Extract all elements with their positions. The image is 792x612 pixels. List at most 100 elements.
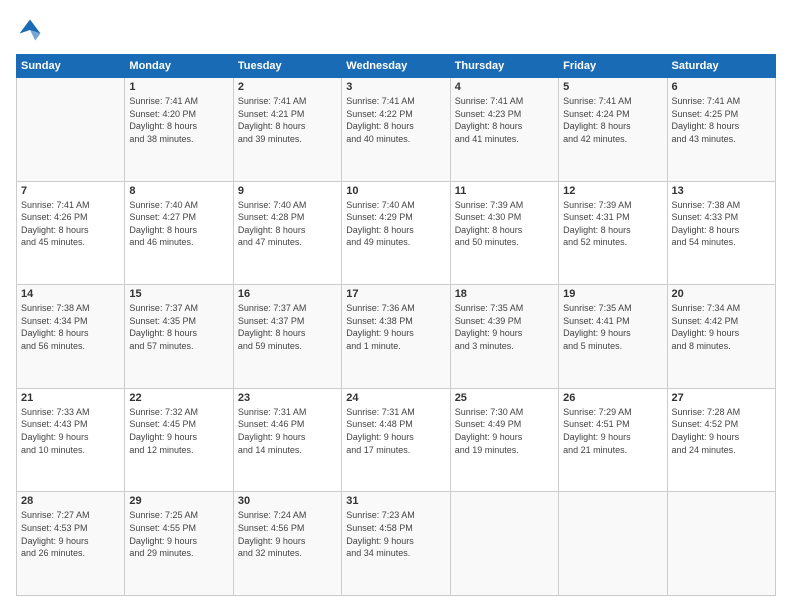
calendar-cell: 22 Sunrise: 7:32 AM Sunset: 4:45 PM Dayli… [125, 388, 233, 492]
day-info: Sunrise: 7:40 AM Sunset: 4:29 PM Dayligh… [346, 199, 445, 249]
day-number: 19 [563, 288, 662, 300]
day-info: Sunrise: 7:23 AM Sunset: 4:58 PM Dayligh… [346, 509, 445, 559]
calendar-cell: 15 Sunrise: 7:37 AM Sunset: 4:35 PM Dayli… [125, 285, 233, 389]
day-info: Sunrise: 7:34 AM Sunset: 4:42 PM Dayligh… [672, 302, 771, 352]
calendar-cell: 21 Sunrise: 7:33 AM Sunset: 4:43 PM Dayli… [17, 388, 125, 492]
header [16, 16, 776, 44]
calendar-cell [559, 492, 667, 596]
day-number: 29 [129, 495, 228, 507]
day-info: Sunrise: 7:24 AM Sunset: 4:56 PM Dayligh… [238, 509, 337, 559]
day-number: 25 [455, 392, 554, 404]
calendar-week-3: 14 Sunrise: 7:38 AM Sunset: 4:34 PM Dayli… [17, 285, 776, 389]
logo [16, 16, 48, 44]
calendar-cell: 7Sunrise: 7:41 AM Sunset: 4:26 PM Daylig… [17, 181, 125, 285]
calendar-cell [667, 492, 775, 596]
day-number: 11 [455, 185, 554, 197]
calendar-header-tuesday: Tuesday [233, 55, 341, 78]
calendar-cell: 16 Sunrise: 7:37 AM Sunset: 4:37 PM Dayli… [233, 285, 341, 389]
calendar-header-thursday: Thursday [450, 55, 558, 78]
calendar-cell: 1 Sunrise: 7:41 AM Sunset: 4:20 PM Daylig… [125, 78, 233, 182]
calendar-cell: 12 Sunrise: 7:39 AM Sunset: 4:31 PM Dayli… [559, 181, 667, 285]
calendar-cell: 19 Sunrise: 7:35 AM Sunset: 4:41 PM Dayli… [559, 285, 667, 389]
day-number: 12 [563, 185, 662, 197]
day-number: 9 [238, 185, 337, 197]
calendar-cell: 17Sunrise: 7:36 AM Sunset: 4:38 PM Dayli… [342, 285, 450, 389]
calendar-cell: 10Sunrise: 7:40 AM Sunset: 4:29 PM Dayli… [342, 181, 450, 285]
day-info: Sunrise: 7:38 AM Sunset: 4:33 PM Dayligh… [672, 199, 771, 249]
day-number: 15 [129, 288, 228, 300]
day-info: Sunrise: 7:27 AM Sunset: 4:53 PM Dayligh… [21, 509, 120, 559]
day-number: 24 [346, 392, 445, 404]
calendar-cell: 28 Sunrise: 7:27 AM Sunset: 4:53 PM Dayli… [17, 492, 125, 596]
day-info: Sunrise: 7:39 AM Sunset: 4:30 PM Dayligh… [455, 199, 554, 249]
calendar-header-saturday: Saturday [667, 55, 775, 78]
day-number: 22 [129, 392, 228, 404]
day-number: 20 [672, 288, 771, 300]
calendar-cell: 18 Sunrise: 7:35 AM Sunset: 4:39 PM Dayli… [450, 285, 558, 389]
calendar-cell: 13 Sunrise: 7:38 AM Sunset: 4:33 PM Dayli… [667, 181, 775, 285]
day-info: Sunrise: 7:35 AM Sunset: 4:39 PM Dayligh… [455, 302, 554, 352]
day-info: Sunrise: 7:37 AM Sunset: 4:37 PM Dayligh… [238, 302, 337, 352]
day-info: Sunrise: 7:41 AM Sunset: 4:22 PM Dayligh… [346, 95, 445, 145]
day-number: 27 [672, 392, 771, 404]
day-info: Sunrise: 7:41 AM Sunset: 4:20 PM Dayligh… [129, 95, 228, 145]
day-info: Sunrise: 7:25 AM Sunset: 4:55 PM Dayligh… [129, 509, 228, 559]
day-info: Sunrise: 7:41 AM Sunset: 4:25 PM Dayligh… [672, 95, 771, 145]
day-number: 1 [129, 81, 228, 93]
day-info: Sunrise: 7:41 AM Sunset: 4:23 PM Dayligh… [455, 95, 554, 145]
calendar-cell: 2 Sunrise: 7:41 AM Sunset: 4:21 PM Daylig… [233, 78, 341, 182]
day-info: Sunrise: 7:29 AM Sunset: 4:51 PM Dayligh… [563, 406, 662, 456]
calendar-cell: 29 Sunrise: 7:25 AM Sunset: 4:55 PM Dayli… [125, 492, 233, 596]
calendar-cell: 31 Sunrise: 7:23 AM Sunset: 4:58 PM Dayli… [342, 492, 450, 596]
day-info: Sunrise: 7:30 AM Sunset: 4:49 PM Dayligh… [455, 406, 554, 456]
calendar-header-wednesday: Wednesday [342, 55, 450, 78]
day-info: Sunrise: 7:35 AM Sunset: 4:41 PM Dayligh… [563, 302, 662, 352]
calendar-cell: 20 Sunrise: 7:34 AM Sunset: 4:42 PM Dayli… [667, 285, 775, 389]
day-info: Sunrise: 7:32 AM Sunset: 4:45 PM Dayligh… [129, 406, 228, 456]
calendar-cell: 26Sunrise: 7:29 AM Sunset: 4:51 PM Dayli… [559, 388, 667, 492]
calendar-cell [17, 78, 125, 182]
day-number: 21 [21, 392, 120, 404]
calendar-week-1: 1 Sunrise: 7:41 AM Sunset: 4:20 PM Daylig… [17, 78, 776, 182]
calendar-cell [450, 492, 558, 596]
day-number: 16 [238, 288, 337, 300]
day-number: 2 [238, 81, 337, 93]
calendar-cell: 27 Sunrise: 7:28 AM Sunset: 4:52 PM Dayli… [667, 388, 775, 492]
day-number: 13 [672, 185, 771, 197]
calendar-cell: 25 Sunrise: 7:30 AM Sunset: 4:49 PM Dayli… [450, 388, 558, 492]
day-number: 5 [563, 81, 662, 93]
day-info: Sunrise: 7:28 AM Sunset: 4:52 PM Dayligh… [672, 406, 771, 456]
day-number: 6 [672, 81, 771, 93]
day-info: Sunrise: 7:39 AM Sunset: 4:31 PM Dayligh… [563, 199, 662, 249]
day-info: Sunrise: 7:33 AM Sunset: 4:43 PM Dayligh… [21, 406, 120, 456]
day-info: Sunrise: 7:40 AM Sunset: 4:28 PM Dayligh… [238, 199, 337, 249]
day-info: Sunrise: 7:41 AM Sunset: 4:24 PM Dayligh… [563, 95, 662, 145]
calendar-week-2: 7Sunrise: 7:41 AM Sunset: 4:26 PM Daylig… [17, 181, 776, 285]
calendar-cell: 8Sunrise: 7:40 AM Sunset: 4:27 PM Daylig… [125, 181, 233, 285]
calendar-cell: 23Sunrise: 7:31 AM Sunset: 4:46 PM Dayli… [233, 388, 341, 492]
day-info: Sunrise: 7:41 AM Sunset: 4:21 PM Dayligh… [238, 95, 337, 145]
calendar-week-5: 28 Sunrise: 7:27 AM Sunset: 4:53 PM Dayli… [17, 492, 776, 596]
logo-icon [16, 16, 44, 44]
day-number: 14 [21, 288, 120, 300]
day-number: 3 [346, 81, 445, 93]
calendar-header-friday: Friday [559, 55, 667, 78]
day-info: Sunrise: 7:31 AM Sunset: 4:48 PM Dayligh… [346, 406, 445, 456]
calendar-cell: 3 Sunrise: 7:41 AM Sunset: 4:22 PM Daylig… [342, 78, 450, 182]
day-number: 30 [238, 495, 337, 507]
page: SundayMondayTuesdayWednesdayThursdayFrid… [0, 0, 792, 612]
calendar-cell: 6 Sunrise: 7:41 AM Sunset: 4:25 PM Daylig… [667, 78, 775, 182]
day-number: 28 [21, 495, 120, 507]
calendar-cell: 30 Sunrise: 7:24 AM Sunset: 4:56 PM Dayli… [233, 492, 341, 596]
day-number: 18 [455, 288, 554, 300]
day-number: 17 [346, 288, 445, 300]
day-number: 8 [129, 185, 228, 197]
day-info: Sunrise: 7:38 AM Sunset: 4:34 PM Dayligh… [21, 302, 120, 352]
day-info: Sunrise: 7:37 AM Sunset: 4:35 PM Dayligh… [129, 302, 228, 352]
calendar-cell: 5 Sunrise: 7:41 AM Sunset: 4:24 PM Daylig… [559, 78, 667, 182]
calendar: SundayMondayTuesdayWednesdayThursdayFrid… [16, 54, 776, 596]
day-number: 31 [346, 495, 445, 507]
day-info: Sunrise: 7:31 AM Sunset: 4:46 PM Dayligh… [238, 406, 337, 456]
calendar-header-sunday: Sunday [17, 55, 125, 78]
day-number: 7 [21, 185, 120, 197]
